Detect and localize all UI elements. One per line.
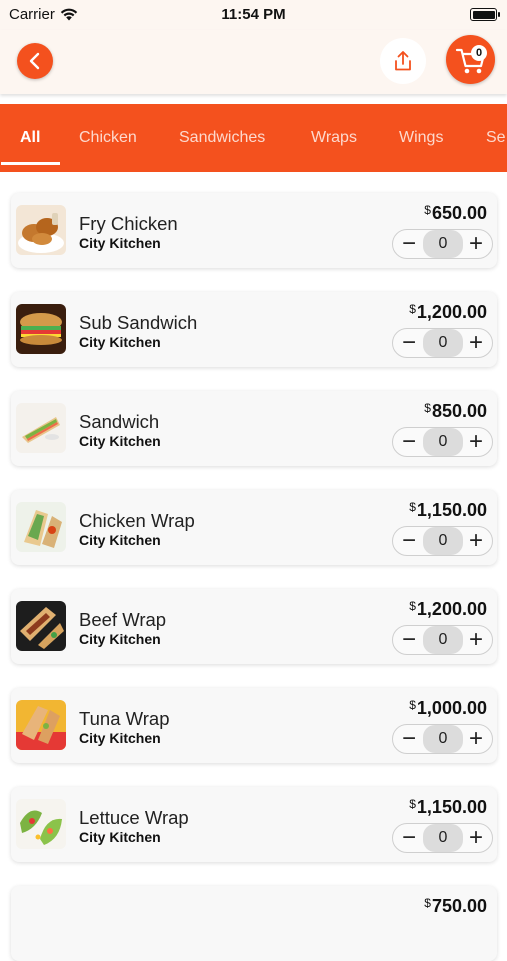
product-vendor: City Kitchen bbox=[79, 631, 161, 647]
increase-button[interactable]: + bbox=[461, 626, 491, 654]
tab-active-indicator bbox=[1, 162, 60, 165]
product-card[interactable]: Sub Sandwich City Kitchen $ 1,200.00 − 0… bbox=[11, 292, 497, 367]
quantity-value: 0 bbox=[423, 329, 463, 357]
quantity-value: 0 bbox=[423, 230, 463, 258]
product-name: Tuna Wrap bbox=[79, 708, 170, 729]
product-name: Lettuce Wrap bbox=[79, 807, 189, 828]
price-value: 750.00 bbox=[431, 896, 487, 916]
product-vendor: City Kitchen bbox=[79, 532, 161, 548]
tab-partial[interactable]: Se bbox=[486, 104, 506, 172]
currency-symbol: $ bbox=[409, 698, 416, 712]
price-value: 1,150.00 bbox=[416, 500, 487, 520]
tab-sandwiches[interactable]: Sandwiches bbox=[179, 104, 265, 172]
quantity-stepper: − 0 + bbox=[392, 625, 493, 655]
product-card[interactable]: $ 750.00 bbox=[11, 886, 497, 961]
back-button[interactable] bbox=[17, 43, 53, 79]
currency-symbol: $ bbox=[409, 599, 416, 613]
increase-button[interactable]: + bbox=[461, 527, 491, 555]
quantity-value: 0 bbox=[423, 428, 463, 456]
share-button[interactable] bbox=[380, 38, 426, 84]
product-list: Fry Chicken City Kitchen $ 650.00 − 0 + … bbox=[0, 172, 507, 961]
currency-symbol: $ bbox=[424, 896, 431, 910]
product-name: Fry Chicken bbox=[79, 213, 178, 234]
product-vendor: City Kitchen bbox=[79, 433, 161, 449]
currency-symbol: $ bbox=[424, 401, 431, 415]
quantity-value: 0 bbox=[423, 527, 463, 555]
product-image-tuna-wrap bbox=[16, 700, 66, 750]
product-name: Sub Sandwich bbox=[79, 312, 198, 333]
quantity-stepper: − 0 + bbox=[392, 427, 493, 457]
currency-symbol: $ bbox=[424, 203, 431, 217]
product-image-sandwich bbox=[16, 403, 66, 453]
product-image-fried-chicken bbox=[16, 205, 66, 255]
price-value: 1,200.00 bbox=[416, 302, 487, 322]
product-price: $ 850.00 bbox=[424, 401, 487, 422]
product-vendor: City Kitchen bbox=[79, 730, 161, 746]
product-image-beef-wrap bbox=[16, 601, 66, 651]
chevron-left-icon bbox=[29, 52, 40, 70]
decrease-button[interactable]: − bbox=[394, 626, 424, 654]
product-price: $ 1,200.00 bbox=[409, 599, 487, 620]
price-value: 1,200.00 bbox=[416, 599, 487, 619]
product-price: $ 750.00 bbox=[424, 896, 487, 917]
price-value: 1,150.00 bbox=[416, 797, 487, 817]
product-image-sub-sandwich bbox=[16, 304, 66, 354]
decrease-button[interactable]: − bbox=[394, 329, 424, 357]
tab-wings[interactable]: Wings bbox=[399, 104, 443, 172]
quantity-stepper: − 0 + bbox=[392, 229, 493, 259]
decrease-button[interactable]: − bbox=[394, 428, 424, 456]
share-icon bbox=[395, 51, 411, 71]
product-card[interactable]: Chicken Wrap City Kitchen $ 1,150.00 − 0… bbox=[11, 490, 497, 565]
quantity-value: 0 bbox=[423, 626, 463, 654]
decrease-button[interactable]: − bbox=[394, 527, 424, 555]
status-time: 11:54 PM bbox=[221, 6, 286, 23]
quantity-stepper: − 0 + bbox=[392, 823, 493, 853]
product-name: Beef Wrap bbox=[79, 609, 167, 630]
product-card[interactable]: Beef Wrap City Kitchen $ 1,200.00 − 0 + bbox=[11, 589, 497, 664]
increase-button[interactable]: + bbox=[461, 428, 491, 456]
currency-symbol: $ bbox=[409, 302, 416, 316]
battery-icon bbox=[470, 8, 500, 21]
tab-chicken[interactable]: Chicken bbox=[79, 104, 137, 172]
increase-button[interactable]: + bbox=[461, 329, 491, 357]
quantity-stepper: − 0 + bbox=[392, 526, 493, 556]
product-vendor: City Kitchen bbox=[79, 235, 161, 251]
product-price: $ 1,150.00 bbox=[409, 797, 487, 818]
product-price: $ 650.00 bbox=[424, 203, 487, 224]
status-bar: Carrier 11:54 PM bbox=[0, 0, 507, 30]
product-card[interactable]: Tuna Wrap City Kitchen $ 1,000.00 − 0 + bbox=[11, 688, 497, 763]
product-vendor: City Kitchen bbox=[79, 334, 161, 350]
product-price: $ 1,000.00 bbox=[409, 698, 487, 719]
cart-count-badge: 0 bbox=[471, 45, 487, 61]
currency-symbol: $ bbox=[409, 797, 416, 811]
category-tab-bar: All Chicken Sandwiches Wraps Wings Se bbox=[0, 104, 507, 172]
tab-wraps[interactable]: Wraps bbox=[311, 104, 357, 172]
product-name: Sandwich bbox=[79, 411, 160, 432]
product-card[interactable]: Fry Chicken City Kitchen $ 650.00 − 0 + bbox=[11, 193, 497, 268]
increase-button[interactable]: + bbox=[461, 725, 491, 753]
cart-button[interactable]: 0 bbox=[446, 35, 495, 84]
product-image-chicken-wrap bbox=[16, 502, 66, 552]
price-value: 1,000.00 bbox=[416, 698, 487, 718]
decrease-button[interactable]: − bbox=[394, 725, 424, 753]
product-price: $ 1,200.00 bbox=[409, 302, 487, 323]
decrease-button[interactable]: − bbox=[394, 824, 424, 852]
quantity-value: 0 bbox=[423, 824, 463, 852]
increase-button[interactable]: + bbox=[461, 824, 491, 852]
product-image-lettuce-wrap bbox=[16, 799, 66, 849]
nav-bar: 0 bbox=[0, 30, 507, 94]
currency-symbol: $ bbox=[409, 500, 416, 514]
product-card[interactable]: Lettuce Wrap City Kitchen $ 1,150.00 − 0… bbox=[11, 787, 497, 862]
quantity-value: 0 bbox=[423, 725, 463, 753]
product-vendor: City Kitchen bbox=[79, 829, 161, 845]
increase-button[interactable]: + bbox=[461, 230, 491, 258]
quantity-stepper: − 0 + bbox=[392, 724, 493, 754]
price-value: 850.00 bbox=[431, 401, 487, 421]
price-value: 650.00 bbox=[431, 203, 487, 223]
product-price: $ 1,150.00 bbox=[409, 500, 487, 521]
product-card[interactable]: Sandwich City Kitchen $ 850.00 − 0 + bbox=[11, 391, 497, 466]
quantity-stepper: − 0 + bbox=[392, 328, 493, 358]
product-name: Chicken Wrap bbox=[79, 510, 195, 531]
decrease-button[interactable]: − bbox=[394, 230, 424, 258]
